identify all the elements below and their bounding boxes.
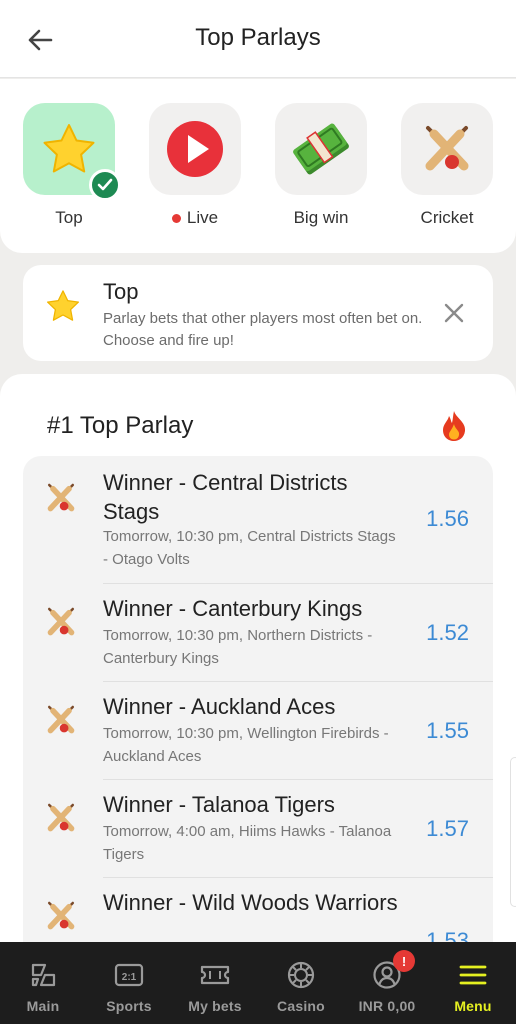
bet-subtitle: Tomorrow, 4:00 am, Hiims Hawks - Talanoa… [103, 823, 392, 863]
bet-subtitle: Tomorrow, 10:30 pm, Central Districts St… [103, 528, 396, 568]
money-stack-icon [293, 123, 349, 175]
nav-sports[interactable]: 2:1 Sports [86, 942, 172, 1024]
category-strip: Top Live Big win Cricket [0, 79, 516, 253]
live-dot-icon [171, 213, 181, 223]
cricket-icon [47, 803, 75, 832]
bet-title: Winner - Canterbury Kings [103, 596, 363, 621]
cricket-icon [47, 901, 75, 930]
close-icon[interactable] [443, 302, 465, 324]
nav-main[interactable]: Main [0, 942, 86, 1024]
fire-icon [443, 411, 466, 441]
bet-row[interactable]: Winner - Canterbury Kings Tomorrow, 10:3… [23, 584, 493, 682]
info-description: Parlay bets that other players most ofte… [103, 310, 423, 349]
menu-icon [459, 965, 487, 985]
bet-title: Winner - Auckland Aces [103, 694, 336, 719]
nav-account[interactable]: ! INR 0,00 [344, 942, 430, 1024]
nav-label: INR 0,00 [358, 998, 416, 1014]
bet-row[interactable]: Winner - Talanoa Tigers Tomorrow, 4:00 a… [23, 780, 493, 878]
star-icon [46, 290, 80, 321]
bet-odds[interactable]: 1.57 [426, 816, 469, 842]
category-top[interactable]: Top [23, 103, 121, 228]
nav-my-bets[interactable]: My bets [172, 942, 258, 1024]
category-label: Live [186, 208, 219, 227]
side-handle[interactable] [510, 757, 516, 907]
bet-odds[interactable]: 1.55 [426, 718, 469, 744]
nav-label: My bets [188, 998, 242, 1014]
nav-label: Sports [106, 998, 152, 1014]
nav-menu[interactable]: Menu [430, 942, 516, 1024]
category-live[interactable]: Live [149, 103, 241, 228]
bet-odds[interactable]: 1.52 [426, 620, 469, 646]
check-icon [89, 169, 121, 201]
nav-label: Casino [277, 998, 325, 1014]
bet-list: Winner - Central Districts Stags Tomorro… [23, 456, 493, 976]
cricket-icon [47, 607, 75, 636]
nav-label: Menu [454, 998, 492, 1014]
bet-row[interactable]: Winner - Central Districts Stags Tomorro… [23, 456, 493, 584]
sports-icon: 2:1 [114, 963, 144, 987]
bet-title: Winner - Wild Woods Warriors [103, 890, 398, 915]
category-tile [149, 103, 241, 195]
category-tile [275, 103, 367, 195]
info-title: Top [103, 279, 139, 304]
bet-title: Winner - Talanoa Tigers [103, 792, 335, 817]
main-icon [31, 963, 56, 987]
category-big-win[interactable]: Big win [275, 103, 367, 228]
bet-title: Winner - Central Districts Stags [103, 470, 348, 524]
bet-odds[interactable]: 1.56 [426, 506, 469, 532]
category-label: Big win [293, 208, 349, 227]
notification-badge: ! [393, 950, 415, 972]
category-cricket[interactable]: Cricket [401, 103, 493, 228]
category-label: Cricket [420, 208, 474, 227]
bet-subtitle: Tomorrow, 10:30 pm, Wellington Firebirds… [103, 725, 389, 765]
nav-label: Main [26, 998, 60, 1014]
info-banner: Top Parlay bets that other players most … [23, 265, 493, 361]
category-label-row: Live [149, 208, 241, 228]
bet-subtitle: Tomorrow, 10:30 pm, Northern Districts -… [103, 627, 373, 667]
category-label: Top [55, 208, 83, 227]
cricket-icon [47, 705, 75, 734]
nav-casino[interactable]: Casino [258, 942, 344, 1024]
category-tile [401, 103, 493, 195]
cricket-icon [425, 126, 469, 171]
parlay-title: #1 Top Parlay [47, 412, 194, 439]
header: Top Parlays [0, 0, 516, 78]
svg-text:2:1: 2:1 [122, 972, 137, 983]
star-icon [43, 124, 95, 173]
bet-row[interactable]: Winner - Auckland Aces Tomorrow, 10:30 p… [23, 682, 493, 780]
bottom-nav: Main 2:1 Sports My bets Casino ! INR 0,0… [0, 942, 516, 1024]
ticket-icon [200, 965, 230, 985]
casino-chip-icon [287, 961, 315, 989]
category-tile [23, 103, 121, 201]
cricket-icon [47, 483, 75, 512]
page-title: Top Parlays [195, 24, 321, 51]
parlay-card: #1 Top Parlay Winner - Central Districts… [0, 374, 516, 976]
play-icon [167, 121, 223, 177]
